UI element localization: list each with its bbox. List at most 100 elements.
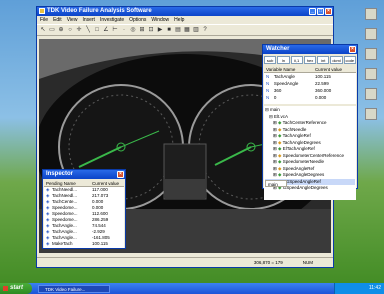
open-icon[interactable]: ▤ (174, 26, 182, 34)
table-row[interactable]: N TachAngle 100.115 (264, 73, 356, 80)
print-icon[interactable]: ▥ (192, 26, 200, 34)
watcher-close-button[interactable]: × (349, 46, 356, 53)
minus-icon[interactable]: ⊟ (269, 114, 273, 119)
desktop-icon-3[interactable] (365, 48, 377, 60)
menu-item-edit[interactable]: Edit (53, 16, 62, 24)
menu-item-insert[interactable]: Insert (82, 16, 95, 24)
point-icon[interactable]: · (120, 26, 128, 34)
inspector-window: Inspector × Pending Name Current value ◈ Ta… (42, 169, 126, 249)
watcher-button-bar: sub ln ii,1 hex int dcml code (263, 54, 357, 66)
maximize-button[interactable]: □ (317, 8, 324, 15)
watch-button-3[interactable]: hex (303, 56, 317, 64)
watch-button-0[interactable]: sub (264, 56, 277, 64)
play-icon[interactable]: ▶ (156, 26, 164, 34)
tree-root-label: main (270, 107, 280, 112)
tree-item-label: GSpeedAngleDegrees (282, 185, 328, 190)
app-icon (39, 8, 45, 14)
windows-logo-icon (3, 286, 8, 291)
table-row[interactable]: ◈ MakeTach 100.115 (44, 241, 124, 247)
tree-item-label: TachCenterReference (282, 120, 327, 125)
watcher-footer-label: main (268, 182, 278, 187)
inspector-table: Pending Name Current value ◈ TachNeedl... 11… (44, 180, 124, 248)
measure-icon[interactable]: ⊢ (111, 26, 119, 34)
column-header[interactable]: Current value (90, 180, 124, 186)
watch-button-1[interactable]: ln (277, 56, 290, 64)
angle-icon[interactable]: ∠ (102, 26, 110, 34)
menu-item-options[interactable]: Options (129, 16, 146, 24)
save-icon[interactable]: ▦ (183, 26, 191, 34)
desktop-icons (362, 4, 380, 134)
variable-type: N (266, 95, 270, 100)
column-header[interactable]: Variable Name (264, 66, 313, 72)
variable-name: SpeedAngle (273, 81, 299, 86)
table-row[interactable]: N 0 0.000 (264, 94, 356, 101)
menu-item-view[interactable]: View (67, 16, 78, 24)
desktop-icon-2[interactable] (365, 28, 377, 40)
taskbar-app-label: TDK Video Failure... (45, 286, 86, 292)
start-label: start (10, 285, 24, 291)
menu-item-file[interactable]: File (40, 16, 48, 24)
variable-value: 22.599 (314, 81, 329, 86)
column-header[interactable]: Current value (313, 66, 356, 72)
start-button[interactable]: start (0, 283, 32, 294)
minimize-button[interactable]: _ (309, 8, 316, 15)
watcher-titlebar[interactable]: Watcher × (263, 45, 357, 54)
toolbar: ↖ ▭ ⊕ ○ ✛ ╲ □ ∠ ⊢ · ◎ ⊞ ⊡ ▶ ■ ▤ ▦ ▥? (37, 24, 333, 36)
variable-name: 360 (273, 88, 282, 93)
tree-item-label: SpeedometerNeedle (282, 159, 325, 164)
tree-item-label: SpeedometerCenterReference (282, 152, 345, 158)
select-icon[interactable]: ▭ (48, 26, 56, 34)
pointer-icon[interactable]: ↖ (39, 26, 47, 34)
tree-subroot-label: Elt.vcA (274, 113, 289, 119)
desktop-icon-1[interactable] (365, 8, 377, 20)
inspector-name: MakeTach (52, 241, 73, 246)
desktop-icon-6[interactable] (365, 108, 377, 120)
tree-item-label: SGSpeedAngleRef (282, 178, 321, 184)
table-header: Pending Name Current value (44, 180, 124, 187)
variable-value: 0.000 (314, 95, 327, 100)
stop-icon[interactable]: ■ (165, 26, 173, 34)
desktop-icon-4[interactable] (365, 68, 377, 80)
watcher-footer: main (265, 180, 287, 187)
watcher-title: Watcher (266, 46, 290, 52)
minus-icon[interactable]: ⊟ (265, 107, 269, 112)
zoom-icon[interactable]: ⊕ (57, 26, 65, 34)
fit-icon[interactable]: ⊡ (147, 26, 155, 34)
system-tray: 11:42 (334, 283, 384, 294)
desktop-icon-5[interactable] (365, 88, 377, 100)
menu-item-help[interactable]: Help (174, 16, 184, 24)
taskbar-app-button[interactable]: TDK Video Failure... (38, 284, 110, 293)
grid-icon[interactable]: ⊞ (138, 26, 146, 34)
menu-item-window[interactable]: Window (151, 16, 169, 24)
inspector-close-button[interactable]: × (117, 171, 124, 178)
target-icon[interactable]: ◎ (129, 26, 137, 34)
table-row[interactable]: N SpeedAngle 22.599 (264, 80, 356, 87)
help-icon[interactable]: ? (201, 26, 209, 34)
main-titlebar[interactable]: TDK Video Failure Analysis Software _ □ × (37, 7, 333, 16)
close-button[interactable]: × (325, 8, 332, 15)
variable-value: 100.115 (314, 74, 331, 79)
tree-item-label: SpeedAngleRef (282, 165, 315, 171)
table-row[interactable]: N 360 360.000 (264, 87, 356, 94)
tree-item-label: TachAngleRef (282, 133, 311, 138)
crosshair-icon[interactable]: ✛ (75, 26, 83, 34)
circle-icon[interactable]: ○ (66, 26, 74, 34)
menu-item-investigate[interactable]: Investigate (100, 16, 124, 24)
watch-button-5[interactable]: dcml (330, 56, 343, 64)
inspector-value: 100.115 (92, 241, 108, 246)
inspector-titlebar[interactable]: Inspector × (43, 170, 125, 179)
watch-button-6[interactable]: code (343, 56, 356, 64)
rect-icon[interactable]: □ (93, 26, 101, 34)
column-header[interactable]: Pending Name (44, 180, 90, 186)
variable-value: 360.000 (314, 88, 332, 93)
watcher-window: Watcher × sub ln ii,1 hex int dcml code Variab… (262, 44, 358, 200)
table-header: Variable Name Current value (264, 66, 356, 73)
inspector-title: Inspector (46, 171, 74, 177)
clock: 11:42 (368, 285, 381, 291)
variable-type: N (266, 81, 270, 86)
line-icon[interactable]: ╲ (84, 26, 92, 34)
watch-button-4[interactable]: int (317, 56, 330, 64)
tree-item-label: ElTachAngleRef (282, 146, 315, 151)
watch-button-2[interactable]: ii,1 (290, 56, 303, 64)
taskbar: start TDK Video Failure... 11:42 (0, 283, 384, 294)
